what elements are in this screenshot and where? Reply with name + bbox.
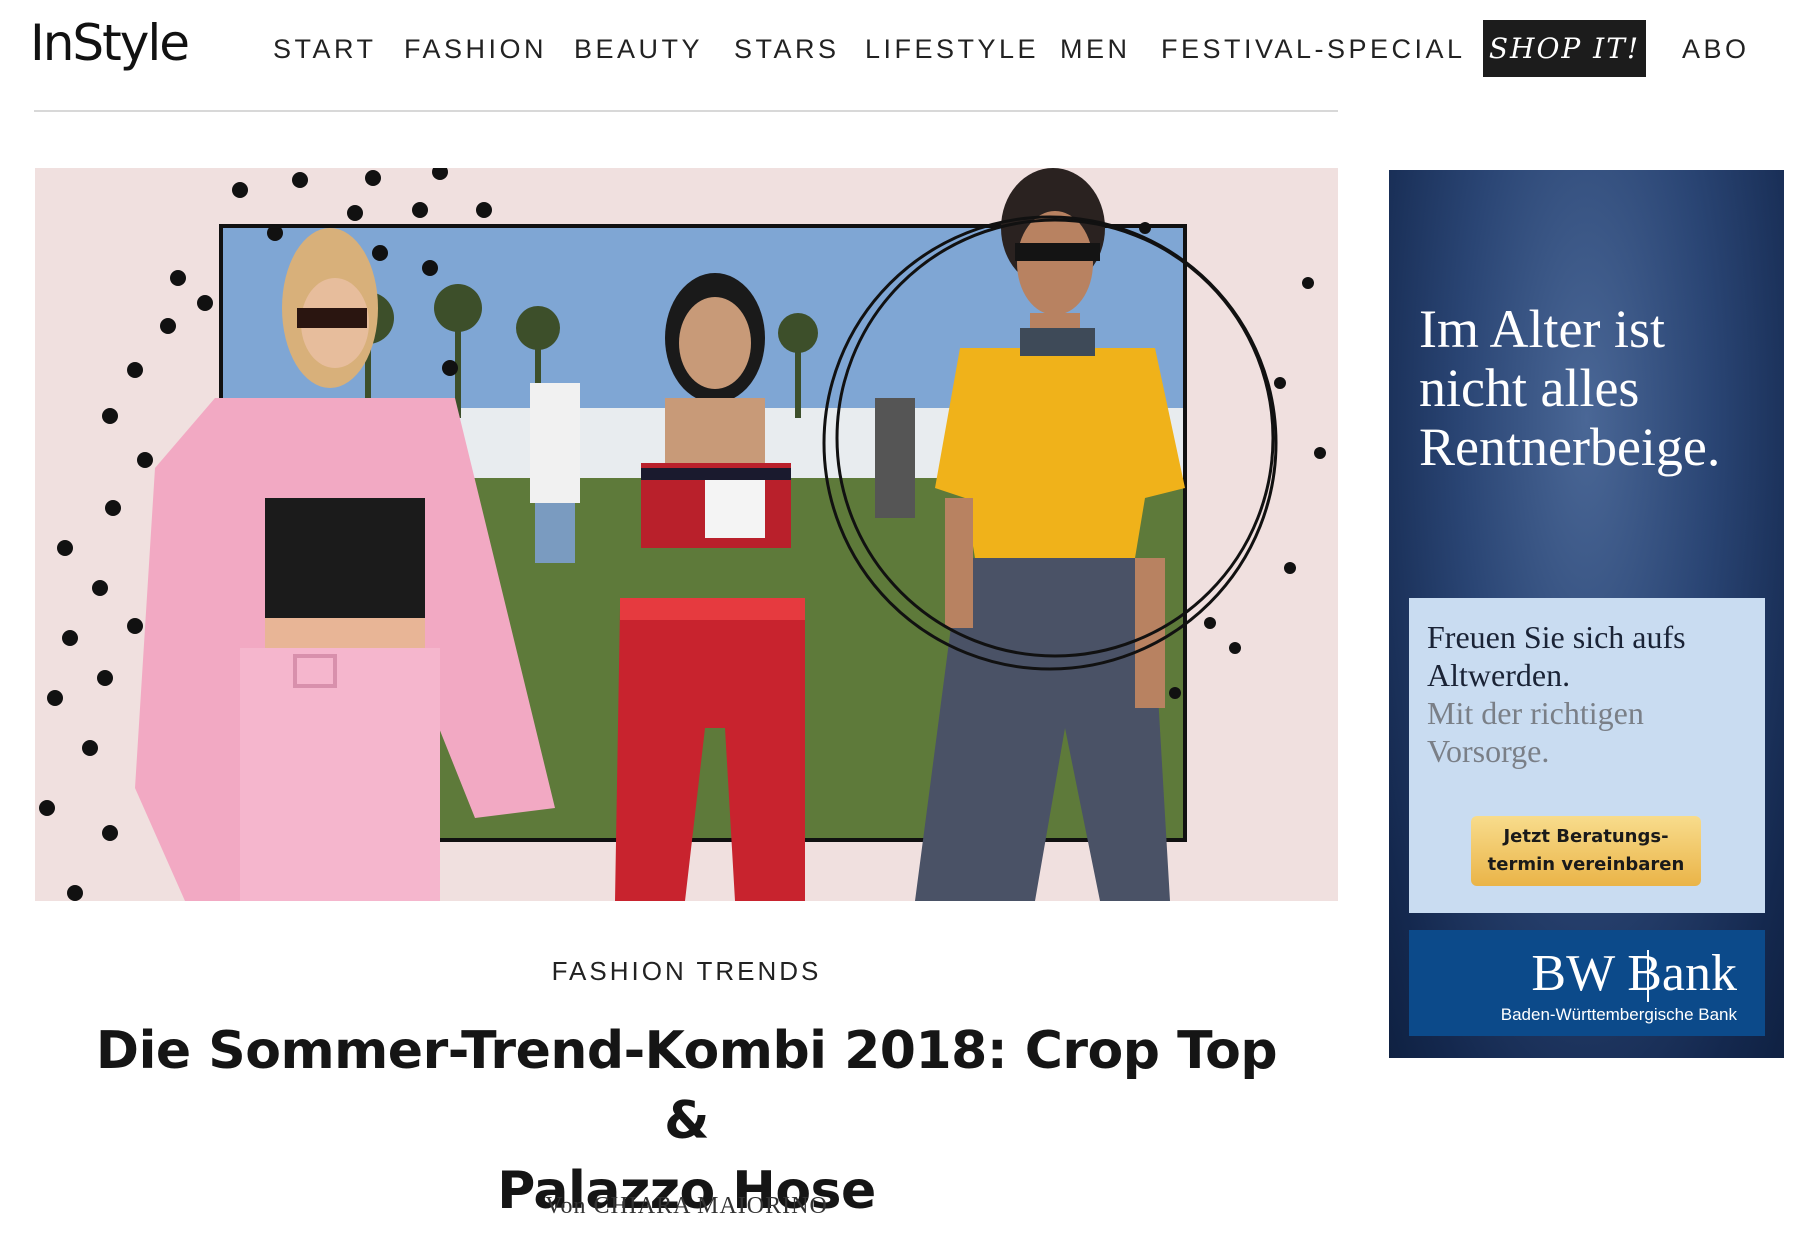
bank-name: BW Bank — [1531, 945, 1737, 1002]
ad-headline-line-1: Im Alter ist — [1419, 299, 1665, 359]
shop-it-button[interactable]: SHOP IT! — [1483, 20, 1646, 77]
article-byline: Von CHIARA MAIORINO — [545, 1193, 828, 1219]
nav-stars[interactable]: STARS — [734, 34, 840, 65]
ad-message-line-2: Altwerden. — [1427, 657, 1571, 693]
ad-headline: Im Alter ist nicht alles Rentnerbeige. — [1419, 300, 1779, 477]
instyle-logo[interactable]: InStyle — [30, 14, 190, 72]
bank-logo[interactable]: BW Bank Baden-Württembergische Bank — [1409, 930, 1765, 1036]
header-divider — [34, 110, 1338, 112]
nav-beauty[interactable]: BEAUTY — [574, 34, 703, 65]
headline-line-1: Die Sommer-Trend-Kombi 2018: Crop Top & — [95, 1021, 1278, 1151]
nav-lifestyle[interactable]: LIFESTYLE — [865, 34, 1039, 65]
nav-men[interactable]: MEN — [1060, 34, 1131, 65]
nav-fashion[interactable]: FASHION — [404, 34, 547, 65]
hero-image[interactable] — [35, 168, 1338, 901]
bank-logo-divider — [1647, 950, 1649, 1002]
nav-start[interactable]: START — [273, 34, 377, 65]
ad-cta-line-2: termin vereinbaren — [1487, 854, 1685, 875]
ad-cta-line-1: Jetzt Beratungs- — [1503, 826, 1669, 847]
bw-bank-ad[interactable]: Im Alter ist nicht alles Rentnerbeige. F… — [1389, 170, 1784, 1058]
ad-message-line-4: Vorsorge. — [1427, 733, 1550, 769]
ad-headline-line-3: Rentnerbeige. — [1419, 417, 1721, 477]
nav-festival-special[interactable]: FESTIVAL-SPECIAL — [1161, 34, 1466, 65]
ad-message-line-3: Mit der richtigen — [1427, 695, 1644, 731]
ad-message: Freuen Sie sich aufs Altwerden. Mit der … — [1427, 618, 1757, 770]
abo-link[interactable]: ABO — [1682, 34, 1750, 65]
article-category[interactable]: FASHION TRENDS — [35, 956, 1338, 987]
bank-subtitle: Baden-Württembergische Bank — [1500, 1005, 1737, 1024]
ad-message-box: Freuen Sie sich aufs Altwerden. Mit der … — [1409, 598, 1765, 913]
hero-collage — [39, 168, 1326, 901]
ad-cta-button[interactable]: Jetzt Beratungs- termin vereinbaren — [1471, 816, 1701, 886]
ad-headline-line-2: nicht alles — [1419, 358, 1640, 418]
ad-message-line-1: Freuen Sie sich aufs — [1427, 619, 1686, 655]
